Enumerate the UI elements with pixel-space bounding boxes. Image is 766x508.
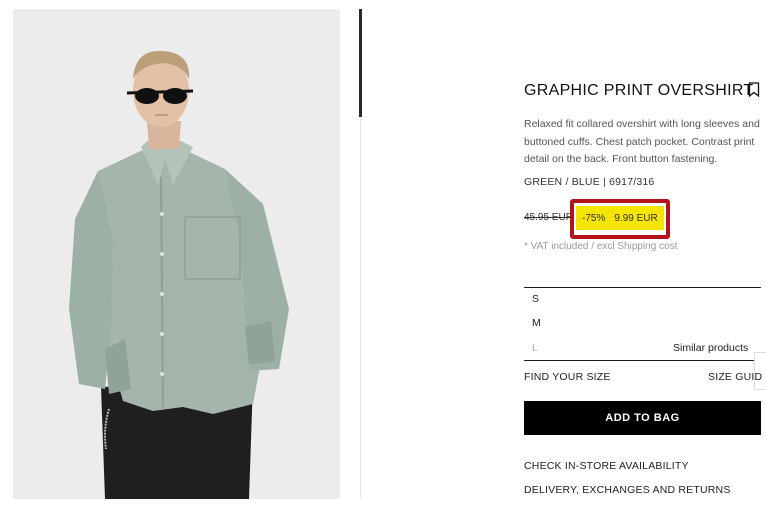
color-reference: GREEN / BLUE | 6917/316 xyxy=(524,176,655,188)
size-list-bottom-divider xyxy=(524,360,761,361)
add-to-bag-button[interactable]: ADD TO BAG xyxy=(524,401,761,435)
similar-products-link[interactable]: Similar products xyxy=(673,342,748,354)
sale-price: 9.99 EUR xyxy=(614,212,658,224)
delivery-returns-link[interactable]: DELIVERY, EXCHANGES AND RETURNS xyxy=(524,484,731,496)
image-scroll-thumb[interactable] xyxy=(359,9,362,117)
size-option-m[interactable]: M xyxy=(532,317,541,329)
discount-percent: -75% xyxy=(582,212,606,224)
vat-note: * VAT included / excl Shipping cost xyxy=(524,241,678,252)
product-title: GRAPHIC PRINT OVERSHIRT xyxy=(524,82,754,99)
product-description: Relaxed fit collared overshirt with long… xyxy=(524,118,760,165)
find-your-size-link[interactable]: FIND YOUR SIZE xyxy=(524,371,611,383)
size-list-top-divider xyxy=(524,287,761,288)
size-guide-link[interactable]: SIZE GUID xyxy=(708,371,762,383)
original-price: 45.95 EUR xyxy=(524,212,573,223)
title-row: GRAPHIC PRINT OVERSHIRT xyxy=(524,79,764,103)
product-photo xyxy=(13,9,340,499)
size-option-s[interactable]: S xyxy=(532,293,539,305)
check-store-availability-link[interactable]: CHECK IN-STORE AVAILABILITY xyxy=(524,460,689,472)
bookmark-icon[interactable] xyxy=(748,82,760,97)
size-option-l[interactable]: L xyxy=(532,342,538,354)
sale-price-badge: -75% 9.99 EUR xyxy=(576,206,664,230)
